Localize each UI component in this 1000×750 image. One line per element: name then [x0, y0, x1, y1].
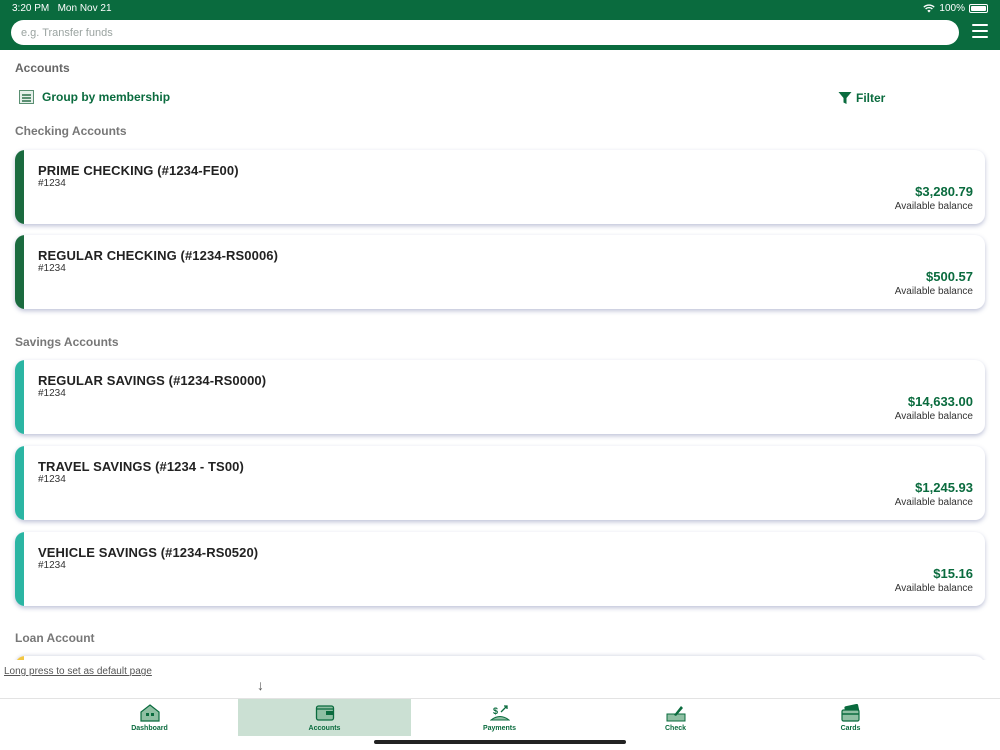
tab-label: Check	[664, 725, 686, 732]
account-balance: $14,633.00	[907, 394, 973, 409]
page-title: Accounts	[15, 61, 70, 75]
tab-label: Dashboard	[131, 725, 168, 732]
home-icon	[139, 704, 160, 722]
account-name: VEHICLE SAVINGS (#1234-RS0520)	[38, 545, 259, 560]
balance-label: Available balance	[894, 286, 973, 297]
group-list-icon	[19, 90, 34, 104]
account-balance: $15.16	[933, 566, 973, 581]
tab-label: Cards	[840, 725, 861, 732]
account-number: #1234	[38, 178, 66, 189]
account-type-stripe	[15, 446, 24, 520]
balance-label: Available balance	[894, 411, 973, 422]
battery-percent: 100%	[939, 3, 965, 14]
filter-icon	[838, 92, 852, 104]
account-number: #1234	[38, 474, 66, 485]
account-number: #1234	[38, 388, 66, 399]
status-indicators: 100%	[923, 3, 988, 14]
wifi-icon	[923, 4, 936, 13]
header-bar: 3:20 PM Mon Nov 21 100%	[0, 0, 1000, 50]
cards-icon	[840, 704, 860, 722]
account-balance: $500.57	[926, 269, 973, 284]
svg-text:$: $	[493, 706, 498, 716]
account-card[interactable]: VEHICLE SAVINGS (#1234-RS0520) #1234 $15…	[15, 532, 985, 606]
group-by-membership-button[interactable]: Group by membership	[19, 90, 170, 104]
menu-icon-line	[972, 24, 988, 26]
tab-payments[interactable]: $ Payments	[413, 699, 586, 736]
payments-icon: $	[489, 705, 510, 721]
check-deposit-icon	[666, 706, 685, 722]
account-name: REGULAR CHECKING (#1234-RS0006)	[38, 248, 279, 263]
balance-label: Available balance	[894, 201, 973, 212]
set-default-page-hint[interactable]: Long press to set as default page	[4, 666, 152, 677]
status-time: 3:20 PM Mon Nov 21	[12, 3, 112, 14]
filter-button[interactable]: Filter	[838, 91, 885, 105]
account-name: TRAVEL SAVINGS (#1234 - TS00)	[38, 459, 244, 474]
account-card[interactable]: PRIME CHECKING (#1234-FE00) #1234 $3,280…	[15, 150, 985, 224]
menu-icon-line	[972, 30, 988, 32]
status-time-value: 3:20 PM	[12, 3, 50, 14]
account-type-stripe	[15, 532, 24, 606]
status-date-value: Mon Nov 21	[57, 3, 112, 14]
account-name: PRIME CHECKING (#1234-FE00)	[38, 163, 239, 178]
tab-check[interactable]: Check	[589, 699, 762, 736]
home-indicator[interactable]	[374, 740, 626, 744]
account-card[interactable]: REGULAR CHECKING (#1234-RS0006) #1234 $5…	[15, 235, 985, 309]
arrow-down-icon: ↓	[257, 677, 264, 693]
tab-cards[interactable]: Cards	[764, 699, 937, 736]
section-title-checking: Checking Accounts	[15, 124, 127, 138]
account-card[interactable]: TRAVEL SAVINGS (#1234 - TS00) #1234 $1,2…	[15, 446, 985, 520]
section-title-loan: Loan Account	[15, 631, 95, 645]
section-title-savings: Savings Accounts	[15, 335, 119, 349]
account-type-stripe	[15, 360, 24, 434]
tab-label: Payments	[482, 725, 517, 732]
tab-dashboard[interactable]: Dashboard	[63, 699, 236, 736]
account-card[interactable]: REGULAR SAVINGS (#1234-RS0000) #1234 $14…	[15, 360, 985, 434]
account-name: REGULAR SAVINGS (#1234-RS0000)	[38, 373, 267, 388]
balance-label: Available balance	[894, 497, 973, 508]
menu-icon-line	[972, 36, 988, 38]
account-number: #1234	[38, 560, 66, 571]
account-number: #1234	[38, 263, 66, 274]
account-type-stripe	[15, 235, 24, 309]
filter-label: Filter	[856, 91, 886, 105]
search-input[interactable]	[11, 20, 959, 45]
account-type-stripe	[15, 150, 24, 224]
tab-accounts[interactable]: Accounts	[238, 699, 411, 736]
wallet-icon	[315, 705, 334, 721]
account-balance: $3,280.79	[915, 184, 973, 199]
group-by-membership-label: Group by membership	[42, 90, 171, 104]
account-balance: $1,245.93	[915, 480, 973, 495]
balance-label: Available balance	[894, 583, 973, 594]
tab-label: Accounts	[308, 725, 341, 732]
battery-icon	[969, 4, 988, 13]
menu-button[interactable]	[972, 24, 988, 38]
